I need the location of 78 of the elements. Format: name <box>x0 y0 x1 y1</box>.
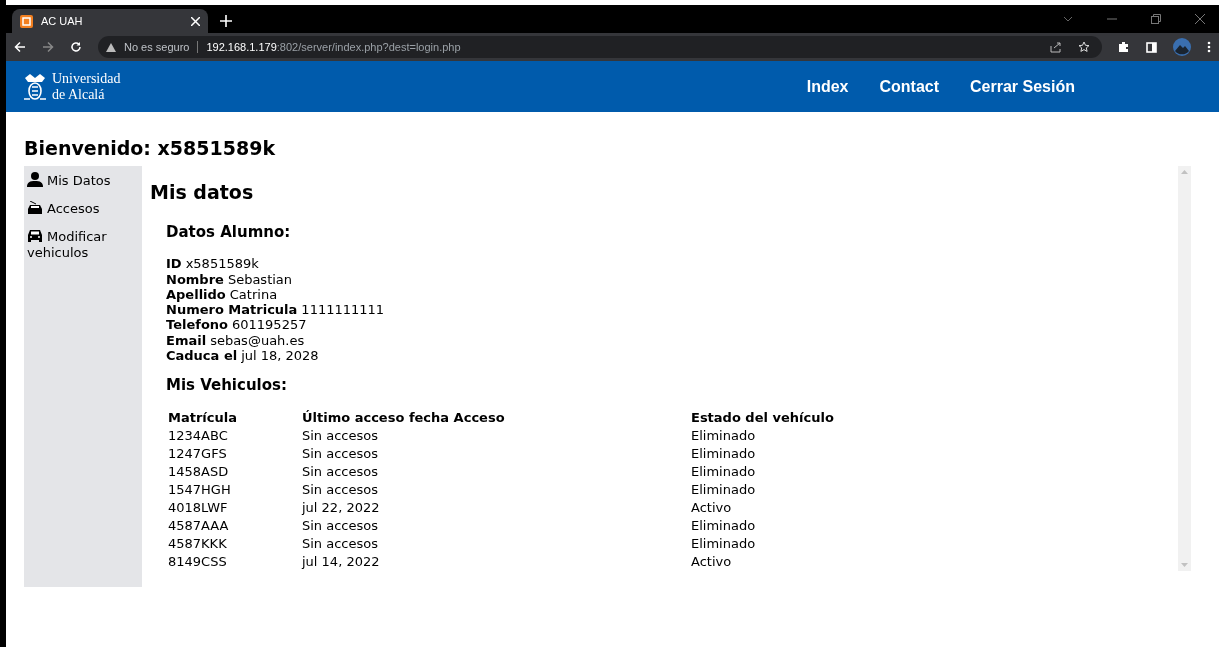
sidebar-item[interactable]: Mis Datos <box>27 172 139 189</box>
table-cell-text: Sin accesos <box>302 463 379 481</box>
logo-text: Universidad <box>52 70 121 87</box>
table-cell: 1547HGH <box>168 480 302 499</box>
table-cell-text: Eliminado <box>691 427 757 445</box>
table-cell-text: Eliminado <box>691 535 757 553</box>
table-cell: 1234ABC <box>168 426 302 445</box>
nav-link[interactable]: Cerrar Sesión <box>970 74 1075 99</box>
star-icon[interactable] <box>1078 41 1090 53</box>
nav-link[interactable]: Contact <box>879 74 940 99</box>
field-value: Sebastian <box>227 271 293 287</box>
car-icon <box>27 229 43 243</box>
column-header: Matrícula <box>168 409 238 427</box>
table-cell-text: Sin accesos <box>302 517 379 535</box>
share-icon[interactable] <box>1050 41 1062 53</box>
table-cell: 4587KKK <box>168 534 302 553</box>
field-label: Apellido <box>166 286 226 303</box>
field-label: ID <box>166 256 182 272</box>
field-label: Nombre <box>166 271 224 287</box>
browser-tab[interactable]: AC UAH <box>12 9 208 33</box>
field-value: 601195257 <box>232 317 307 333</box>
subsection-title: Datos Alumno: <box>166 225 292 241</box>
table-cell: 1458ASD <box>168 462 302 481</box>
close-icon[interactable] <box>191 16 200 26</box>
url-text: 192.168.1.179:802/server/index.php?dest=login.php <box>206 39 461 55</box>
avatar-icon[interactable] <box>1173 38 1191 56</box>
table-cell: jul 14, 2022 <box>302 552 691 571</box>
logo-text: de Alcalá <box>52 86 106 103</box>
field-value: Catrina <box>229 286 278 303</box>
table-cell-text: Eliminado <box>691 445 757 463</box>
forward-icon[interactable] <box>42 41 54 53</box>
table-cell: 4587AAA <box>168 516 302 535</box>
puzzle-icon[interactable] <box>1118 41 1130 53</box>
field-label: Numero Matricula <box>166 302 298 318</box>
table-cell: 1247GFS <box>168 444 302 463</box>
field-value: 1111111111 <box>301 302 385 318</box>
back-icon[interactable] <box>14 41 26 53</box>
sidebar-item[interactable]: Accesos <box>27 201 139 217</box>
tab-title: AC UAH <box>41 13 84 29</box>
table-cell-text: Eliminado <box>691 463 757 481</box>
warning-icon <box>106 42 116 52</box>
user-icon <box>27 172 43 187</box>
table-cell-text: Sin accesos <box>302 445 379 463</box>
table-cell-text: Eliminado <box>691 481 757 499</box>
column-header: Estado del vehículo <box>691 409 835 427</box>
field-label: Telefono <box>166 317 228 333</box>
field-value: x5851589k <box>185 256 259 272</box>
subsection-title: Mis Vehiculos: <box>166 378 288 394</box>
new-tab-icon[interactable] <box>220 15 232 27</box>
close-window-icon[interactable] <box>1195 14 1205 24</box>
reload-icon[interactable] <box>70 41 82 53</box>
table-cell-text: Activo <box>691 499 733 517</box>
table-cell: 4018LWF <box>168 498 302 517</box>
table-cell-text: Sin accesos <box>302 427 379 445</box>
car-gate-icon <box>27 201 43 215</box>
table-cell-text: Activo <box>691 553 733 571</box>
field-value: sebas@uah.es <box>210 332 305 349</box>
chevron-down-icon[interactable] <box>1063 16 1073 22</box>
app-icon <box>20 14 33 28</box>
table-cell-text: Sin accesos <box>302 481 379 499</box>
university-crest-icon <box>22 71 48 102</box>
address-bar[interactable]: No es seguro 192.168.1.179:802/server/index.php?dest=login.php <box>98 36 1102 58</box>
table-cell-text: Sin accesos <box>302 535 379 553</box>
field-label: Caduca el <box>166 348 238 364</box>
table-cell: jul 22, 2022 <box>302 498 691 517</box>
field-label: Email <box>166 332 207 349</box>
restore-icon[interactable] <box>1151 14 1161 24</box>
welcome-heading: Bienvenido: x5851589k <box>24 136 277 161</box>
security-label: No es seguro <box>124 39 190 55</box>
column-header: Último acceso fecha Acceso <box>302 409 506 427</box>
field-value: jul 18, 2028 <box>241 348 319 364</box>
nav-link[interactable]: Index <box>806 74 849 99</box>
table-cell-text: Eliminado <box>691 517 757 535</box>
section-title: Mis datos <box>150 180 255 205</box>
sidebar-item[interactable]: Modificar vehiculos <box>27 229 139 261</box>
table-cell: 8149CSS <box>168 552 302 571</box>
more-icon[interactable] <box>1207 41 1211 53</box>
side-panel-icon[interactable] <box>1146 41 1157 53</box>
